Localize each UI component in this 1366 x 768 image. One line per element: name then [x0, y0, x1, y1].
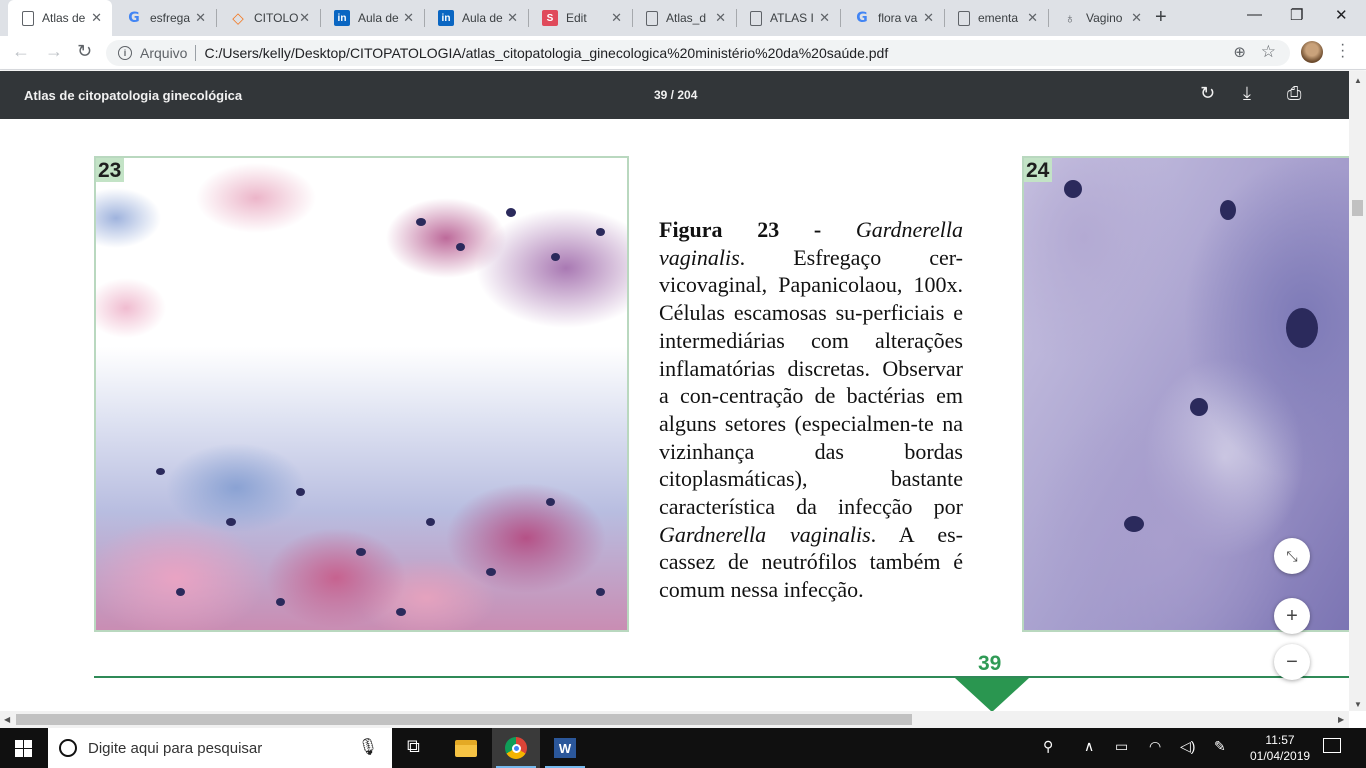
google-icon: G — [128, 10, 140, 26]
tab-aula-1[interactable]: in Aula de ✕ — [320, 0, 424, 36]
vertical-scroll-thumb[interactable] — [1352, 200, 1363, 216]
zoom-icon[interactable]: ⊕ — [1233, 43, 1246, 61]
info-icon[interactable]: i — [118, 46, 132, 60]
wifi-icon[interactable]: ◠ — [1149, 738, 1161, 755]
taskbar-search[interactable]: Digite aqui para pesquisar 🎙︎ — [48, 728, 392, 768]
close-tab-icon[interactable]: ✕ — [507, 10, 518, 26]
close-tab-icon[interactable]: ✕ — [299, 10, 310, 26]
forward-arrow-icon[interactable]: → — [45, 41, 63, 62]
cortana-icon — [59, 739, 77, 757]
caption-figure-ref: Figura 23 - — [659, 217, 822, 242]
scroll-up-arrow-icon[interactable]: ▲ — [1354, 76, 1362, 85]
rotate-icon[interactable]: ↻ — [1200, 83, 1215, 104]
menu-dots-icon[interactable]: · · · — [1340, 37, 1345, 65]
tab-vagino[interactable]: ♁ Vagino ✕ — [1048, 0, 1152, 36]
download-icon[interactable]: ⤓ — [1243, 83, 1251, 104]
page-footer-rule — [94, 676, 1349, 678]
scroll-down-arrow-icon[interactable]: ▼ — [1354, 700, 1362, 709]
taskbar: Digite aqui para pesquisar 🎙︎ ⧉ W ⚲ ∧ ▭ … — [0, 728, 1366, 768]
tab-atlas-pdf[interactable]: Atlas de ✕ — [8, 0, 112, 36]
close-tab-icon[interactable]: ✕ — [1131, 10, 1142, 26]
file-explorer-icon[interactable] — [442, 728, 490, 768]
close-tab-icon[interactable]: ✕ — [403, 10, 414, 26]
task-view-icon[interactable]: ⧉ — [407, 736, 420, 757]
s-app-icon: S — [542, 10, 558, 26]
linkedin-icon: in — [438, 10, 454, 26]
fit-to-page-icon[interactable]: ⤡ — [1274, 538, 1310, 574]
pdf-doc-icon — [22, 10, 34, 26]
close-tab-icon[interactable]: ✕ — [91, 10, 102, 26]
chevron-up-icon[interactable]: ∧ — [1084, 738, 1094, 755]
close-tab-icon[interactable]: ✕ — [715, 10, 726, 26]
pen-workspace-icon[interactable]: ✎ — [1214, 738, 1226, 755]
pdf-doc-icon — [646, 10, 658, 26]
linkedin-icon: in — [334, 10, 350, 26]
pdf-viewport: 23 Figura 23 - Gardnerella vaginalis. Es… — [0, 119, 1349, 711]
url-text[interactable]: C:/Users/kelly/Desktop/CITOPATOLOGIA/atl… — [204, 45, 888, 61]
minimize-icon[interactable]: — — [1247, 6, 1262, 23]
tab-flora-vaginal[interactable]: G flora va ✕ — [840, 0, 944, 36]
tab-strip: Atlas de ✕ G esfrega ✕ ◇ CITOLO ✕ in Aul… — [0, 0, 1366, 36]
tab-atlas-d[interactable]: Atlas_d ✕ — [632, 0, 736, 36]
tab-aula-2[interactable]: in Aula de ✕ — [424, 0, 528, 36]
close-tab-icon[interactable]: ✕ — [195, 10, 206, 26]
restore-icon[interactable]: ❐ — [1290, 6, 1303, 24]
page-indicator[interactable]: 39 / 204 — [654, 88, 697, 102]
word-icon[interactable]: W — [541, 728, 589, 768]
security-label: Arquivo — [140, 45, 188, 61]
pdf-doc-icon — [750, 10, 762, 26]
chrome-icon[interactable] — [492, 728, 540, 768]
address-bar[interactable]: i Arquivo C:/Users/kelly/Desktop/CITOPAT… — [106, 40, 1290, 66]
caption-text: . Esfregaço cer-vicovaginal, Papanicolao… — [659, 244, 963, 520]
clock-date: 01/04/2019 — [1250, 749, 1311, 763]
search-placeholder: Digite aqui para pesquisar — [88, 739, 263, 757]
volume-icon[interactable]: ◁) — [1180, 738, 1195, 755]
figure-24-label: 24 — [1024, 158, 1053, 182]
new-tab-button[interactable]: + — [1155, 6, 1167, 29]
close-tab-icon[interactable]: ✕ — [611, 10, 622, 26]
google-icon: G — [856, 10, 868, 26]
bookmark-star-icon[interactable]: ☆ — [1261, 42, 1276, 62]
close-tab-icon[interactable]: ✕ — [1027, 10, 1038, 26]
scroll-left-arrow-icon[interactable]: ◀ — [4, 715, 10, 724]
figure-23-label: 23 — [96, 158, 125, 182]
pdf-toolbar: Atlas de citopatologia ginecológica 39 /… — [0, 71, 1366, 119]
print-icon[interactable]: ⎙ — [1287, 83, 1301, 104]
page-number: 39 — [978, 652, 1002, 675]
caption-species: Gardnerella vaginalis — [659, 521, 871, 547]
page-footer-triangle — [955, 678, 1029, 711]
citologia-site-icon: ◇ — [232, 10, 244, 27]
battery-icon[interactable]: ▭ — [1115, 738, 1128, 755]
figure-23-micrograph: 23 — [94, 156, 629, 632]
close-tab-icon[interactable]: ✕ — [819, 10, 830, 26]
tab-ementa[interactable]: ementa ✕ — [944, 0, 1048, 36]
system-clock[interactable]: 11:57 01/04/2019 — [1250, 732, 1310, 764]
tab-edit[interactable]: S Edit ✕ — [528, 0, 632, 36]
tab-citologia[interactable]: ◇ CITOLO ✕ — [216, 0, 320, 36]
tab-atlas-i[interactable]: ATLAS I ✕ — [736, 0, 840, 36]
zoom-in-button[interactable]: + — [1274, 598, 1310, 634]
close-tab-icon[interactable]: ✕ — [923, 10, 934, 26]
browser-toolbar: ← → ↻ i Arquivo C:/Users/kelly/Desktop/C… — [0, 36, 1366, 70]
clock-time: 11:57 — [1265, 733, 1295, 747]
profile-avatar[interactable] — [1301, 41, 1323, 63]
tab-esfregaco[interactable]: G esfrega ✕ — [112, 0, 216, 36]
back-arrow-icon[interactable]: ← — [12, 41, 30, 62]
notifications-icon[interactable] — [1323, 738, 1341, 753]
horizontal-scroll-thumb[interactable] — [16, 714, 912, 725]
vertical-scrollbar[interactable] — [1349, 71, 1366, 711]
pdf-doc-icon — [958, 10, 970, 26]
windows-start-icon[interactable] — [15, 740, 32, 757]
microphone-icon[interactable]: 🎙︎ — [358, 737, 378, 757]
scroll-right-arrow-icon[interactable]: ▶ — [1338, 715, 1344, 724]
zoom-out-button[interactable]: − — [1274, 644, 1310, 680]
close-window-icon[interactable]: ✕ — [1335, 6, 1348, 24]
vagino-site-icon: ♁ — [1064, 10, 1076, 26]
reload-icon[interactable]: ↻ — [77, 41, 92, 62]
people-icon[interactable]: ⚲ — [1043, 738, 1053, 755]
pdf-title: Atlas de citopatologia ginecológica — [24, 88, 243, 103]
figure-23-caption: Figura 23 - Gardnerella vaginalis. Esfre… — [659, 216, 963, 604]
